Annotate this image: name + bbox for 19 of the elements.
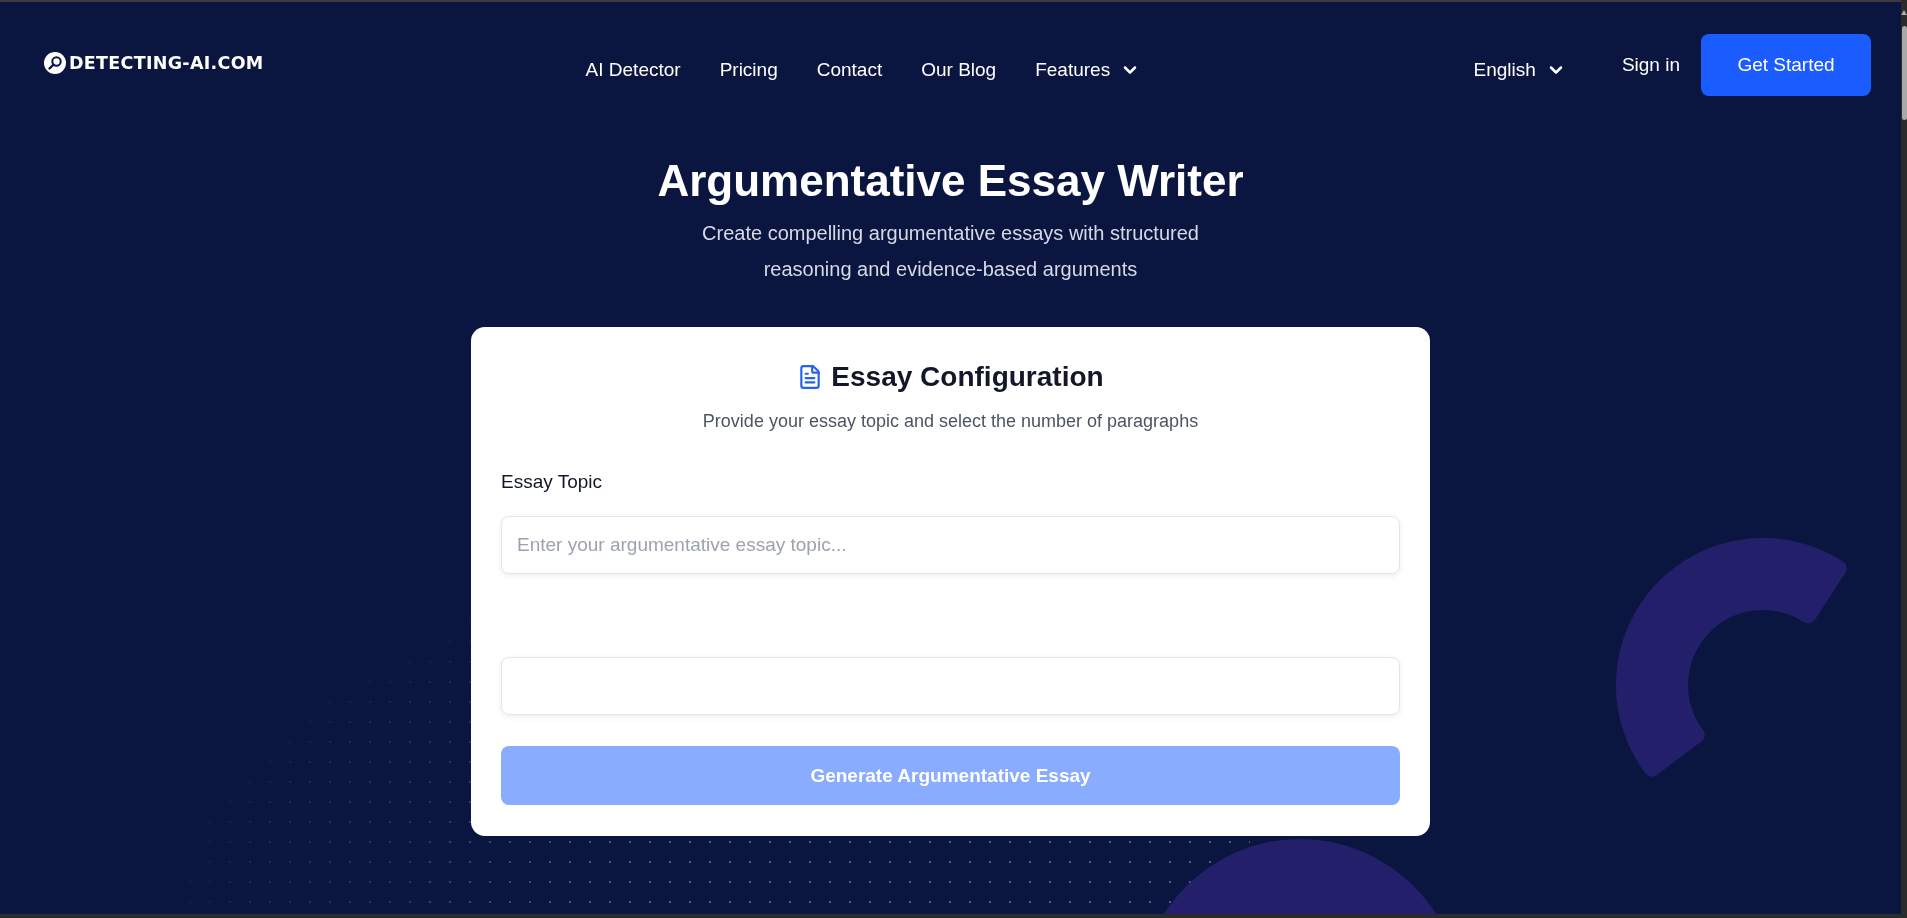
language-selector[interactable]: English (1473, 59, 1566, 81)
card-title: Essay Configuration (831, 360, 1104, 394)
nav-dropdown[interactable]: Features (1035, 59, 1141, 81)
logo-link[interactable]: DETECTING-AI.COM (44, 52, 264, 74)
nav-link[interactable]: Our Blog (921, 59, 997, 81)
scrollbar-thumb[interactable] (1902, 26, 1907, 120)
input-field[interactable] (501, 657, 1400, 715)
page-subtitle: Create compelling argumentative essays with structured reasoning and evidence-based arguments (701, 221, 1200, 282)
field-label: Essay Topic (501, 470, 603, 494)
magnifier-logo-icon (44, 52, 66, 74)
input-field[interactable]: Enter your argumentative essay topic... (501, 516, 1400, 574)
nav-link[interactable]: Pricing (719, 59, 778, 81)
nav-link[interactable]: Contact (816, 59, 883, 81)
get-started-button[interactable]: Get Started (1701, 34, 1871, 96)
card-description: Provide your essay topic and select the number of paragraphs (701, 410, 1200, 433)
page-title: Argumentative Essay Writer (657, 155, 1244, 207)
scroll-up-arrow-icon[interactable] (1901, 10, 1907, 15)
sign-in-link[interactable]: Sign in (1621, 54, 1680, 76)
nav-link[interactable]: AI Detector (585, 59, 681, 81)
